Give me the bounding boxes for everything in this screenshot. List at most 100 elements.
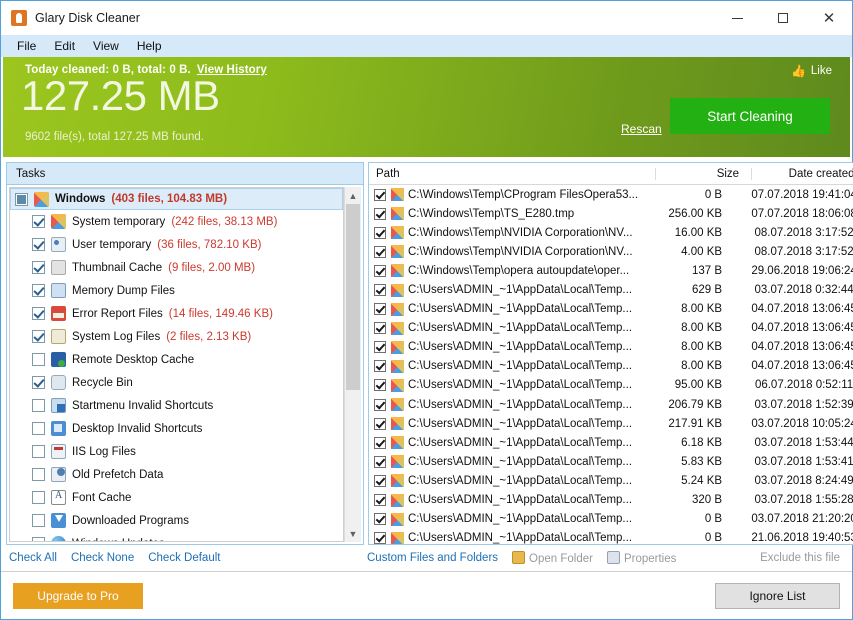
file-checkbox[interactable] bbox=[374, 341, 386, 354]
check-none-link[interactable]: Check None bbox=[71, 552, 134, 564]
scroll-up-icon[interactable]: ▲ bbox=[345, 187, 361, 204]
maximize-button[interactable] bbox=[760, 1, 806, 35]
task-checkbox[interactable] bbox=[32, 445, 45, 458]
task-item[interactable]: Recycle Bin bbox=[10, 371, 343, 394]
file-list[interactable]: C:\Windows\Temp\CProgram FilesOpera53...… bbox=[369, 185, 853, 544]
file-checkbox[interactable] bbox=[374, 245, 386, 258]
file-row[interactable]: C:\Users\ADMIN_~1\AppData\Local\Temp... 5… bbox=[369, 471, 853, 490]
start-cleaning-button[interactable]: Start Cleaning bbox=[670, 98, 830, 134]
file-row[interactable]: C:\Users\ADMIN_~1\AppData\Local\Temp... 2… bbox=[369, 395, 853, 414]
task-checkbox[interactable] bbox=[32, 330, 45, 343]
upgrade-to-pro-button[interactable]: Upgrade to Pro bbox=[13, 582, 143, 609]
task-checkbox[interactable] bbox=[32, 284, 45, 297]
task-item[interactable]: Thumbnail Cache (9 files, 2.00 MB) bbox=[10, 256, 343, 279]
menu-view[interactable]: View bbox=[84, 37, 128, 55]
file-row[interactable]: C:\Users\ADMIN_~1\AppData\Local\Temp... 8… bbox=[369, 357, 853, 376]
file-row[interactable]: C:\Users\ADMIN_~1\AppData\Local\Temp... 2… bbox=[369, 414, 853, 433]
task-checkbox[interactable] bbox=[32, 422, 45, 435]
tasks-scroll-track[interactable] bbox=[345, 204, 361, 525]
file-checkbox[interactable] bbox=[374, 303, 386, 316]
check-default-link[interactable]: Check Default bbox=[148, 552, 220, 564]
file-row[interactable]: C:\Users\ADMIN_~1\AppData\Local\Temp... 8… bbox=[369, 319, 853, 338]
task-item[interactable]: Desktop Invalid Shortcuts bbox=[10, 417, 343, 440]
file-checkbox[interactable] bbox=[374, 474, 386, 487]
task-checkbox[interactable] bbox=[32, 514, 45, 527]
task-checkbox[interactable] bbox=[32, 537, 45, 541]
file-checkbox[interactable] bbox=[374, 417, 386, 430]
file-checkbox[interactable] bbox=[374, 322, 386, 335]
minimize-button[interactable] bbox=[714, 1, 760, 35]
menu-edit[interactable]: Edit bbox=[45, 37, 84, 55]
file-checkbox[interactable] bbox=[374, 455, 386, 468]
file-checkbox[interactable] bbox=[374, 207, 386, 220]
task-item[interactable]: IIS Log Files bbox=[10, 440, 343, 463]
task-item[interactable]: Font Cache bbox=[10, 486, 343, 509]
file-checkbox[interactable] bbox=[374, 226, 386, 239]
like-control[interactable]: 👍 Like bbox=[791, 65, 832, 77]
file-row[interactable]: C:\Windows\Temp\opera autoupdate\oper...… bbox=[369, 261, 853, 280]
file-row[interactable]: C:\Users\ADMIN_~1\AppData\Local\Temp... 9… bbox=[369, 376, 853, 395]
task-item[interactable]: Old Prefetch Data bbox=[10, 463, 343, 486]
column-header-path[interactable]: Path bbox=[369, 168, 655, 180]
file-checkbox[interactable] bbox=[374, 513, 386, 526]
rescan-link[interactable]: Rescan bbox=[621, 122, 662, 136]
custom-files-and-folders-link[interactable]: Custom Files and Folders bbox=[367, 552, 498, 564]
file-row[interactable]: C:\Windows\Temp\CProgram FilesOpera53...… bbox=[369, 185, 853, 204]
file-checkbox[interactable] bbox=[374, 398, 386, 411]
task-checkbox[interactable] bbox=[32, 307, 45, 320]
file-checkbox[interactable] bbox=[374, 532, 386, 544]
column-header-size[interactable]: Size bbox=[655, 167, 751, 180]
tasks-scrollbar[interactable]: ▲ ▼ bbox=[344, 187, 361, 542]
task-item[interactable]: System temporary (242 files, 38.13 MB) bbox=[10, 210, 343, 233]
file-row[interactable]: C:\Users\ADMIN_~1\AppData\Local\Temp... 0… bbox=[369, 529, 853, 544]
task-checkbox[interactable] bbox=[32, 215, 45, 228]
task-item[interactable]: Remote Desktop Cache bbox=[10, 348, 343, 371]
file-checkbox[interactable] bbox=[374, 284, 386, 297]
task-item[interactable]: Startmenu Invalid Shortcuts bbox=[10, 394, 343, 417]
task-checkbox[interactable] bbox=[32, 399, 45, 412]
file-checkbox[interactable] bbox=[374, 188, 386, 201]
close-button[interactable]: ✕ bbox=[806, 1, 852, 35]
file-checkbox[interactable] bbox=[374, 494, 386, 507]
tasks-tree-root[interactable]: Windows (403 files, 104.83 MB) bbox=[10, 188, 343, 210]
check-all-link[interactable]: Check All bbox=[9, 552, 57, 564]
task-item[interactable]: Memory Dump Files bbox=[10, 279, 343, 302]
task-checkbox[interactable] bbox=[32, 468, 45, 481]
root-checkbox[interactable] bbox=[15, 192, 28, 206]
file-checkbox[interactable] bbox=[374, 360, 386, 373]
file-row[interactable]: C:\Windows\Temp\TS_E280.tmp 256.00 KB 07.0… bbox=[369, 204, 853, 223]
ignore-list-button[interactable]: Ignore List bbox=[715, 582, 840, 609]
file-checkbox[interactable] bbox=[374, 436, 386, 449]
scroll-down-icon[interactable]: ▼ bbox=[345, 525, 361, 542]
task-checkbox[interactable] bbox=[32, 491, 45, 504]
task-item[interactable]: User temporary (36 files, 782.10 KB) bbox=[10, 233, 343, 256]
file-row[interactable]: C:\Windows\Temp\NVIDIA Corporation\NV...… bbox=[369, 223, 853, 242]
tasks-scroll-thumb[interactable] bbox=[346, 204, 360, 391]
task-item[interactable]: Downloaded Programs bbox=[10, 509, 343, 532]
exclude-this-file-link[interactable]: Exclude this file bbox=[760, 552, 840, 564]
task-item[interactable]: Error Report Files (14 files, 149.46 KB) bbox=[10, 302, 343, 325]
file-row[interactable]: C:\Users\ADMIN_~1\AppData\Local\Temp... 6… bbox=[369, 433, 853, 452]
open-folder-link[interactable]: Open Folder bbox=[512, 551, 593, 565]
file-checkbox[interactable] bbox=[374, 264, 386, 277]
file-row[interactable]: C:\Windows\Temp\NVIDIA Corporation\NV...… bbox=[369, 242, 853, 261]
task-checkbox[interactable] bbox=[32, 261, 45, 274]
task-meta: (36 files, 782.10 KB) bbox=[157, 238, 262, 251]
task-checkbox[interactable] bbox=[32, 353, 45, 366]
file-row[interactable]: C:\Users\ADMIN_~1\AppData\Local\Temp... 3… bbox=[369, 491, 853, 510]
file-row[interactable]: C:\Users\ADMIN_~1\AppData\Local\Temp... 8… bbox=[369, 300, 853, 319]
file-row[interactable]: C:\Users\ADMIN_~1\AppData\Local\Temp... 0… bbox=[369, 510, 853, 529]
task-item[interactable]: Windows Updates bbox=[10, 532, 343, 541]
menu-help[interactable]: Help bbox=[128, 37, 171, 55]
column-header-date[interactable]: Date created bbox=[751, 167, 853, 180]
file-row[interactable]: C:\Users\ADMIN_~1\AppData\Local\Temp... 6… bbox=[369, 280, 853, 299]
tasks-tree[interactable]: Windows (403 files, 104.83 MB) System temp… bbox=[9, 187, 344, 542]
properties-link[interactable]: Properties bbox=[606, 551, 676, 565]
task-checkbox[interactable] bbox=[32, 238, 45, 251]
file-row[interactable]: C:\Users\ADMIN_~1\AppData\Local\Temp... 8… bbox=[369, 338, 853, 357]
task-item[interactable]: System Log Files (2 files, 2.13 KB) bbox=[10, 325, 343, 348]
file-row[interactable]: C:\Users\ADMIN_~1\AppData\Local\Temp... 5… bbox=[369, 452, 853, 471]
menu-file[interactable]: File bbox=[8, 37, 45, 55]
task-checkbox[interactable] bbox=[32, 376, 45, 389]
file-checkbox[interactable] bbox=[374, 379, 386, 392]
